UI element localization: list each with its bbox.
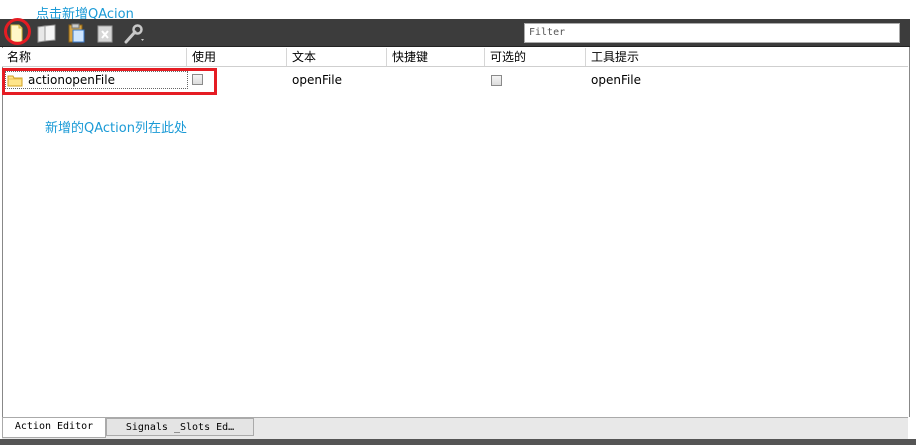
new-action-highlight-circle [4,18,31,45]
checkable-checkbox[interactable] [491,75,502,86]
annotation-middle: 新增的QAction列在此处 [45,121,187,136]
table-header: 名称 使用 文本 快捷键 可选的 工具提示 [2,48,908,67]
header-shortcut[interactable]: 快捷键 [387,48,485,66]
dock-tab-bar: Action Editor Signals _Slots Ed… [2,417,908,440]
action-text: openFile [292,73,343,87]
delete-action-icon[interactable] [93,21,117,45]
header-checkable[interactable]: 可选的 [485,48,586,66]
header-tooltip[interactable]: 工具提示 [586,48,908,66]
new-action-highlight-box [2,68,217,95]
header-text[interactable]: 文本 [287,48,387,66]
action-tooltip: openFile [591,73,642,87]
tab-signals-slots-editor[interactable]: Signals _Slots Ed… [106,418,254,436]
configure-wrench-icon[interactable] [122,21,146,45]
action-editor-frame [2,47,910,417]
bottom-border [0,439,916,445]
copy-action-icon[interactable] [35,21,59,45]
header-name[interactable]: 名称 [2,48,187,66]
header-used[interactable]: 使用 [187,48,287,66]
tab-action-editor[interactable]: Action Editor [2,418,106,438]
filter-input[interactable]: Filter [524,23,900,43]
paste-action-icon[interactable] [64,21,88,45]
